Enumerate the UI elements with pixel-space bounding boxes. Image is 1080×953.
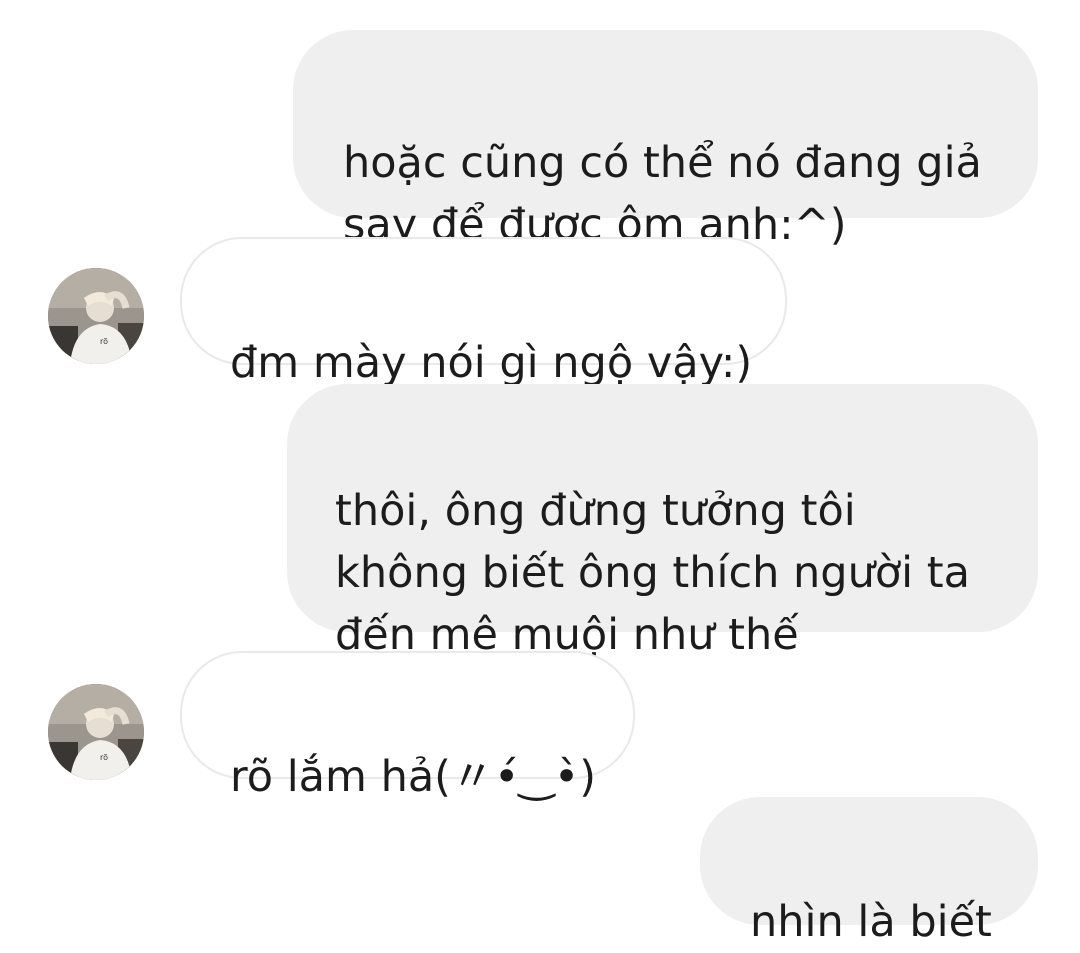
message-text: nhìn là biết — [750, 897, 992, 947]
message-text: rõ lắm hả(〃•́‿•̀) — [230, 752, 597, 802]
profile-photo-avatar-icon: rõ — [48, 684, 144, 780]
outgoing-message-bubble[interactable]: nhìn là biết — [700, 797, 1038, 947]
outgoing-message-bubble[interactable]: hoặc cũng có thể nó đang giả say để được… — [293, 30, 1038, 250]
message-text: thôi, ông đừng tưởng tôi không biết ông … — [335, 486, 970, 660]
message-text: hoặc cũng có thể nó đang giả say để được… — [343, 138, 982, 250]
svg-text:rõ: rõ — [100, 753, 108, 762]
contact-avatar[interactable]: rõ — [48, 684, 144, 780]
incoming-message-bubble[interactable]: đm mày nói gì ngộ vậy:) — [180, 237, 787, 388]
outgoing-message-bubble[interactable]: thôi, ông đừng tưởng tôi không biết ông … — [287, 384, 1038, 660]
chat-screen: { "messages": [ {"side": "outgoing", "te… — [0, 0, 1080, 947]
contact-avatar[interactable]: rõ — [48, 268, 144, 364]
incoming-message-bubble[interactable]: rõ lắm hả(〃•́‿•̀) — [180, 651, 635, 802]
profile-photo-avatar-icon: rõ — [48, 268, 144, 364]
svg-text:rõ: rõ — [100, 337, 108, 346]
message-text: đm mày nói gì ngộ vậy:) — [230, 338, 753, 388]
